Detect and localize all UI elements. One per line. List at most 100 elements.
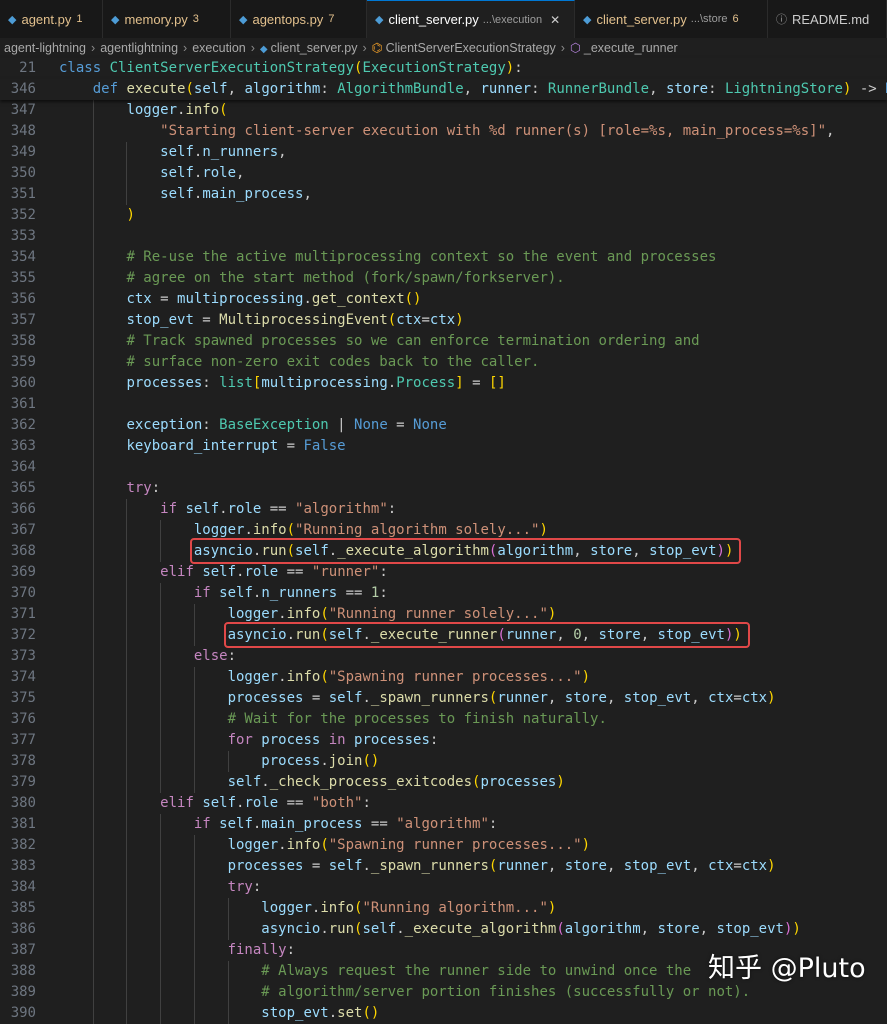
code-line[interactable]: 355 # agree on the start method (fork/sp… [0, 268, 887, 289]
code-text: self._check_process_exitcodes(processes) [227, 774, 565, 790]
editor-tab[interactable]: ⓘ README.md [768, 0, 887, 38]
line-number: 382 [10, 837, 36, 853]
line-number: 366 [10, 501, 36, 517]
line-number: 363 [10, 438, 36, 454]
line-number: 355 [10, 270, 36, 286]
code-line[interactable]: 381 if self.main_process == "algorithm": [0, 814, 887, 835]
line-number: 376 [10, 711, 36, 727]
code-line[interactable]: 379 self._check_process_exitcodes(proces… [0, 772, 887, 793]
tab-description: ...\execution [482, 13, 543, 26]
line-number: 360 [10, 375, 36, 391]
code-line[interactable]: 365 try: [0, 478, 887, 499]
code-line[interactable]: 382 logger.info("Spawning runner process… [0, 835, 887, 856]
code-line[interactable]: 366 if self.role == "algorithm": [0, 499, 887, 520]
code-line[interactable]: 370 if self.n_runners == 1: [0, 583, 887, 604]
code-line[interactable]: 347 logger.info( [0, 100, 887, 121]
code-line[interactable]: 386 asyncio.run(self._execute_algorithm(… [0, 919, 887, 940]
breadcrumb-item[interactable]: agentlightning [100, 41, 178, 55]
code-line[interactable]: 360 processes: list[multiprocessing.Proc… [0, 373, 887, 394]
breadcrumb-item[interactable]: ⬡ _execute_runner [570, 41, 678, 55]
code-line[interactable]: 390 stop_evt.set() [0, 1003, 887, 1024]
editor-tab[interactable]: ◆ agent.py 1 [0, 0, 103, 38]
code-line[interactable]: 369 elif self.role == "runner": [0, 562, 887, 583]
code-line[interactable]: 354 # Re-use the active multiprocessing … [0, 247, 887, 268]
editor-tab[interactable]: ◆ client_server.py ...\execution ✕ [367, 0, 575, 38]
code-text: asyncio.run(self._execute_algorithm(algo… [261, 921, 801, 937]
code-line[interactable]: 358 # Track spawned processes so we can … [0, 331, 887, 352]
line-number: 378 [10, 753, 36, 769]
line-number: 349 [10, 144, 36, 160]
code-line[interactable]: 373 else: [0, 646, 887, 667]
code-text: # Always request the runner side to unwi… [261, 963, 692, 979]
class-symbol-icon: ⌬ [371, 41, 383, 55]
indent-guide [194, 604, 195, 646]
python-file-icon: ◆ [239, 13, 248, 26]
sticky-scroll-line[interactable]: 21 class ClientServerExecutionStrategy(E… [0, 58, 887, 79]
code-line[interactable]: 380 elif self.role == "both": [0, 793, 887, 814]
code-line[interactable]: 375 processes = self._spawn_runners(runn… [0, 688, 887, 709]
problem-count-badge: 3 [192, 13, 199, 25]
code-line[interactable]: 363 keyboard_interrupt = False [0, 436, 887, 457]
editor-tab[interactable]: ◆ client_server.py ...\store 6 [575, 0, 768, 38]
code-line[interactable]: 364 [0, 457, 887, 478]
line-number: 367 [10, 522, 36, 538]
indent-guide [228, 751, 229, 772]
line-number: 353 [10, 228, 36, 244]
problem-count-badge: 7 [328, 13, 335, 25]
code-line[interactable]: 357 stop_evt = MultiprocessingEvent(ctx=… [0, 310, 887, 331]
line-number: 380 [10, 795, 36, 811]
line-number: 364 [10, 459, 36, 475]
code-line[interactable]: 352 ) [0, 205, 887, 226]
breadcrumb-item[interactable]: ◆ client_server.py [260, 41, 358, 55]
chevron-right-icon: › [560, 41, 565, 55]
chevron-right-icon: › [91, 41, 96, 55]
code-line[interactable]: 377 for process in processes: [0, 730, 887, 751]
line-number: 373 [10, 648, 36, 664]
editor-tab[interactable]: ◆ memory.py 3 [103, 0, 231, 38]
code-line[interactable]: 361 [0, 394, 887, 415]
line-number: 390 [10, 1005, 36, 1021]
editor-tab-bar: ◆ agent.py 1 ◆ memory.py 3 ◆ agentops.py 7 ◆ clien… [0, 0, 887, 39]
code-line[interactable]: 383 processes = self._spawn_runners(runn… [0, 856, 887, 877]
code-line[interactable]: 385 logger.info("Running algorithm...") [0, 898, 887, 919]
line-number: 377 [10, 732, 36, 748]
code-editor[interactable]: 21 class ClientServerExecutionStrategy(E… [0, 58, 887, 1024]
code-line[interactable]: 351 self.main_process, [0, 184, 887, 205]
sticky-scroll-line[interactable]: 346 def execute(self, algorithm: Algorit… [0, 79, 887, 100]
code-line[interactable]: 350 self.role, [0, 163, 887, 184]
code-line[interactable]: 374 logger.info("Spawning runner process… [0, 667, 887, 688]
python-file-icon: ◆ [583, 13, 592, 26]
code-line[interactable]: 349 self.n_runners, [0, 142, 887, 163]
code-text: ctx = multiprocessing.get_context() [126, 291, 422, 307]
code-text: keyboard_interrupt = False [126, 438, 346, 454]
code-line[interactable]: 348 "Starting client-server execution wi… [0, 121, 887, 142]
line-number: 348 [10, 123, 36, 139]
code-line[interactable]: 362 exception: BaseException | None = No… [0, 415, 887, 436]
line-number: 374 [10, 669, 36, 685]
tab-label: agentops.py [252, 11, 324, 27]
code-line[interactable]: 376 # Wait for the processes to finish n… [0, 709, 887, 730]
breadcrumb-item[interactable]: agent-lightning [4, 41, 86, 55]
breadcrumb-label: execution [192, 41, 246, 55]
line-number: 384 [10, 879, 36, 895]
code-line[interactable]: 384 try: [0, 877, 887, 898]
code-line[interactable]: 378 process.join() [0, 751, 887, 772]
line-number: 379 [10, 774, 36, 790]
method-symbol-icon: ⬡ [569, 41, 581, 55]
breadcrumb-item[interactable]: ⌬ ClientServerExecutionStrategy [372, 41, 556, 55]
breadcrumb-label: client_server.py [270, 41, 358, 55]
annotation-highlight-box [223, 622, 750, 648]
line-number: 383 [10, 858, 36, 874]
close-icon[interactable]: ✕ [550, 13, 560, 27]
code-line[interactable]: 353 [0, 226, 887, 247]
indent-guide [228, 961, 229, 1024]
code-text: # surface non-zero exit codes back to th… [126, 354, 540, 370]
code-line[interactable]: 356 ctx = multiprocessing.get_context() [0, 289, 887, 310]
tab-label: memory.py [124, 11, 188, 27]
line-number: 368 [10, 543, 36, 559]
breadcrumb-item[interactable]: execution [192, 41, 246, 55]
code-line[interactable]: 359 # surface non-zero exit codes back t… [0, 352, 887, 373]
editor-tab[interactable]: ◆ agentops.py 7 [231, 0, 367, 38]
code-text: if self.role == "algorithm": [160, 501, 397, 517]
breadcrumb-label: _execute_runner [583, 41, 678, 55]
